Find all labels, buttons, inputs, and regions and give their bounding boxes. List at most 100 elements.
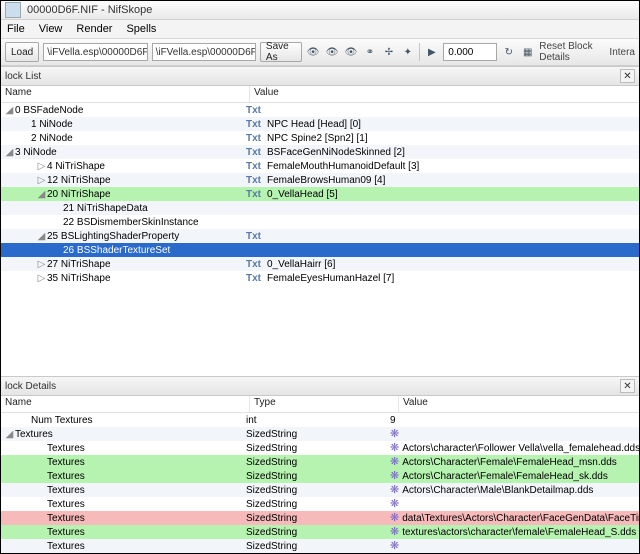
anim-icon[interactable]: ▦ [520, 43, 535, 61]
row-value: 0_VellaHairr [6] [267, 259, 335, 270]
loop-icon[interactable]: ↻ [501, 43, 516, 61]
block-details-columns: Name Type Value [1, 396, 639, 413]
string-icon: ❋ [390, 429, 399, 439]
menu-render[interactable]: Render [76, 23, 112, 35]
frame-spin[interactable]: 0.000 [443, 43, 497, 61]
text-icon: Txt [246, 105, 261, 116]
path-input-1[interactable]: \iFVella.esp\00000D6F.NIF [43, 43, 147, 61]
tree-row[interactable]: ▷4 NiTriShapeTxtFemaleMouthHumanoidDefau… [1, 159, 639, 173]
eye-icon[interactable]: 👁 [306, 43, 321, 61]
title-bar: 00000D6F.NIF - NifSkope [1, 1, 639, 20]
row-type: SizedString [242, 527, 386, 538]
tree-row[interactable]: TexturesSizedString❋Actors\Character\Fem… [1, 455, 639, 469]
col-name[interactable]: Name [1, 86, 250, 102]
tree-row[interactable]: TexturesSizedString❋ [1, 497, 639, 511]
toolbar-extra[interactable]: Intera [609, 47, 635, 58]
block-list-tree[interactable]: ◢0 BSFadeNodeTxt1 NiNodeTxtNPC Head [Hea… [1, 103, 639, 285]
tree-row[interactable]: ▷12 NiTriShape Txt FemaleBrowsHuman09 [4] [1, 173, 639, 187]
row-name: 3 NiNode [15, 147, 57, 158]
tree-row[interactable]: ◢3 NiNodeTxtBSFaceGenNiNodeSkinned [2] [1, 145, 639, 159]
tree-row[interactable]: 22 BSDismemberSkinInstance [1, 215, 639, 229]
wand-icon[interactable]: ✦ [400, 43, 415, 61]
path-input-2[interactable]: \iFVella.esp\00000D6F.NIF [152, 43, 256, 61]
close-icon[interactable]: ✕ [620, 379, 635, 393]
row-type: SizedString [242, 471, 386, 482]
axes-icon[interactable]: ✢ [381, 43, 396, 61]
tree-row[interactable]: ◢20 NiTriShapeTxt0_VellaHead [5] [1, 187, 639, 201]
menu-view[interactable]: View [39, 23, 63, 35]
row-name: 20 NiTriShape [47, 189, 111, 200]
row-value: Actors\Character\Male\BlankDetailmap.dds [402, 485, 593, 496]
save-as-button[interactable]: Save As [260, 42, 302, 62]
tree-row[interactable]: TexturesSizedString❋Actors\character\Fol… [1, 441, 639, 455]
link-icon[interactable]: ⚭ [362, 43, 377, 61]
twisty-icon[interactable]: ◢ [37, 231, 46, 242]
tree-row[interactable]: Num Texturesint9 [1, 413, 639, 427]
row-value: data\Textures\Actors\Character\FaceGenDa… [402, 513, 639, 524]
tree-row[interactable]: TexturesSizedString❋data\Textures\Actors… [1, 511, 639, 525]
col-value[interactable]: Value [399, 396, 639, 412]
string-icon: ❋ [390, 471, 399, 481]
twisty-icon[interactable]: ◢ [5, 429, 14, 440]
row-type: SizedString [242, 499, 386, 510]
string-icon: ❋ [390, 443, 399, 453]
row-name: 0 BSFadeNode [15, 105, 83, 116]
twisty-icon[interactable]: ◢ [37, 189, 46, 200]
window-title: 00000D6F.NIF - NifSkope [27, 4, 152, 16]
row-name: 12 NiTriShape [47, 175, 111, 186]
row-type: int [242, 415, 386, 426]
play-icon[interactable]: ▶ [424, 43, 439, 61]
tree-row[interactable]: 2 NiNode Txt NPC Spine2 [Spn2] [1] [1, 131, 639, 145]
string-icon: ❋ [390, 541, 399, 551]
tree-row[interactable]: TexturesSizedString❋Actors\Character\Fem… [1, 469, 639, 483]
tree-row[interactable]: ▷27 NiTriShapeTxt0_VellaHairr [6] [1, 257, 639, 271]
col-type[interactable]: Type [250, 396, 399, 412]
row-name: 26 BSShaderTextureSet [63, 245, 170, 256]
row-value: 0_VellaHead [5] [267, 189, 338, 200]
row-name: 27 NiTriShape [47, 259, 111, 270]
row-name: 22 BSDismemberSkinInstance [63, 217, 199, 228]
close-icon[interactable]: ✕ [620, 69, 635, 83]
twisty-icon[interactable]: ▷ [37, 161, 46, 172]
text-icon: Txt [246, 175, 261, 186]
text-icon: Txt [246, 119, 261, 130]
reset-block-details[interactable]: Reset Block Details [539, 41, 603, 63]
tree-row[interactable]: ◢25 BSLightingShaderPropertyTxt [1, 229, 639, 243]
string-icon: ❋ [390, 457, 399, 467]
row-value: NPC Spine2 [Spn2] [1] [267, 133, 368, 144]
tree-row[interactable]: TexturesSizedString❋ [1, 539, 639, 553]
menu-file[interactable]: File [7, 23, 25, 35]
col-value[interactable]: Value [250, 86, 639, 102]
tree-row[interactable]: 26 BSShaderTextureSet [1, 243, 639, 257]
row-name: Textures [47, 443, 85, 454]
twisty-icon[interactable]: ◢ [5, 105, 14, 116]
row-name: Textures [47, 499, 85, 510]
row-type: SizedString [242, 513, 386, 524]
row-value: FemaleBrowsHuman09 [4] [267, 175, 385, 186]
tree-row[interactable]: TexturesSizedString❋Actors\Character\Mal… [1, 483, 639, 497]
row-value: Actors\Character\Female\FemaleHead_msn.d… [402, 457, 617, 468]
row-name: Textures [47, 485, 85, 496]
viewport-area [1, 285, 639, 376]
twisty-icon[interactable]: ▷ [37, 259, 46, 270]
col-name[interactable]: Name [1, 396, 250, 412]
tree-row[interactable]: 1 NiNodeTxtNPC Head [Head] [0] [1, 117, 639, 131]
row-value: NPC Head [Head] [0] [267, 119, 361, 130]
twisty-icon[interactable]: ▷ [37, 175, 46, 186]
tree-row[interactable]: ▷35 NiTriShapeTxtFemaleEyesHumanHazel [7… [1, 271, 639, 285]
eye2-icon[interactable]: 👁 [325, 43, 340, 61]
block-details-tree[interactable]: Num Texturesint9◢TexturesSizedString❋Tex… [1, 413, 639, 553]
text-icon: Txt [246, 133, 261, 144]
tree-row[interactable]: 21 NiTriShapeData [1, 201, 639, 215]
menu-spells[interactable]: Spells [126, 23, 156, 35]
twisty-icon[interactable]: ▷ [37, 273, 46, 284]
load-button[interactable]: Load [5, 42, 39, 62]
eye3-icon[interactable]: 👁 [344, 43, 359, 61]
row-name: 2 NiNode [31, 133, 73, 144]
block-details-title: lock Details [5, 381, 56, 392]
tree-row[interactable]: TexturesSizedString❋textures\actors\char… [1, 525, 639, 539]
row-value: 9 [390, 415, 396, 426]
tree-row[interactable]: ◢TexturesSizedString❋ [1, 427, 639, 441]
twisty-icon[interactable]: ◢ [5, 147, 14, 158]
tree-row[interactable]: ◢0 BSFadeNode Txt [1, 103, 639, 117]
